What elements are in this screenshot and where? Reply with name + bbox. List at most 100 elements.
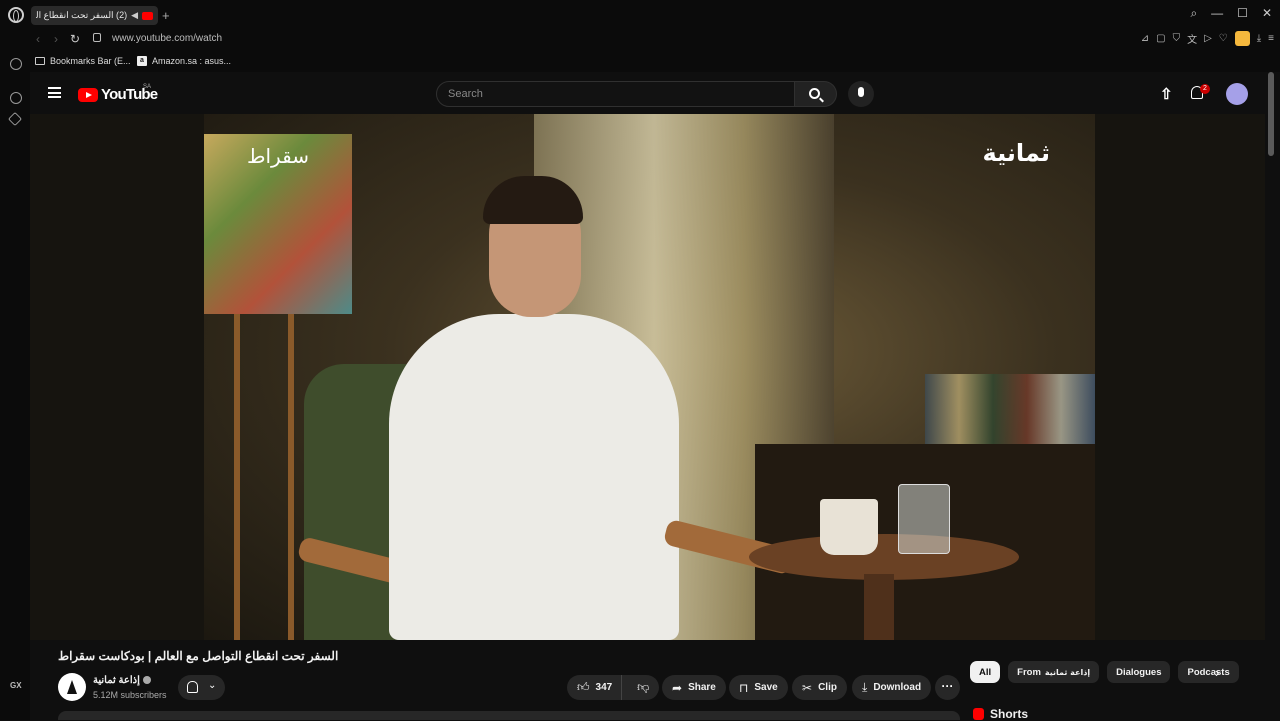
hamburger-menu-icon[interactable] <box>48 87 61 98</box>
shorts-label: Shorts <box>990 707 1029 721</box>
table-leg <box>864 574 894 640</box>
download-label: Download <box>873 682 922 693</box>
recommendation-chips: All From إذاعة ثمانية Dialogues Podcasts <box>970 661 1239 683</box>
snapshot-icon[interactable]: ▢ <box>1156 33 1165 44</box>
page-scrollbar[interactable] <box>1268 72 1274 156</box>
notification-badge: 2 <box>1200 84 1210 94</box>
coffee-cup <box>820 499 878 555</box>
like-dislike-group: 👍︎ 347 👎︎ <box>567 675 659 700</box>
back-icon[interactable]: ‹ <box>36 32 40 46</box>
address-bar: ‹ › ↻ www.youtube.com/watch ⊿ ▢ ⛉ 文 ▷ ♡ … <box>0 30 1280 52</box>
chevron-right-icon[interactable]: › <box>1215 665 1219 680</box>
microphone-icon <box>858 87 864 97</box>
close-icon[interactable]: ✕ <box>1262 6 1272 21</box>
browser-tab[interactable]: ◀ (2) السفر تحت انقطاع التر <box>31 6 158 25</box>
speaker-body <box>389 314 679 640</box>
bookmark-icon: ⊓ <box>739 680 749 695</box>
description-box[interactable] <box>58 711 960 720</box>
upload-icon[interactable]: ⇧ <box>1160 85 1173 103</box>
browser-side-panel: GX <box>0 52 30 720</box>
chip-dialogues[interactable]: Dialogues <box>1107 661 1171 683</box>
heart-icon[interactable]: ♡ <box>1219 33 1228 44</box>
bookmark-amazon[interactable]: a Amazon.sa : asus... <box>137 56 231 66</box>
water-glass <box>898 484 950 554</box>
extension-icons: ⊿ ▢ ⛉ 文 ▷ ♡ ⤓ ≡ <box>1141 31 1274 46</box>
lock-icon <box>93 33 101 42</box>
clip-button[interactable]: ✂ Clip <box>792 675 847 700</box>
chip-label: From <box>1017 666 1041 678</box>
channel-name-text: إذاعة ثمانية <box>93 675 140 686</box>
pin-icon[interactable]: ⊿ <box>1141 33 1149 44</box>
shield-icon[interactable]: ⛉ <box>1173 33 1181 44</box>
chevron-down-icon: ⌄ <box>208 680 217 691</box>
youtube-play-icon <box>78 87 98 102</box>
download-button[interactable]: ⤓ Download <box>852 675 932 700</box>
bookmarks-bar: Bookmarks Bar (E... a Amazon.sa : asus..… <box>0 52 1280 72</box>
youtube-favicon-icon <box>142 11 153 20</box>
verified-icon <box>142 676 151 685</box>
save-label: Save <box>754 682 778 693</box>
new-tab-icon[interactable]: + <box>162 8 170 23</box>
chip-all[interactable]: All <box>970 661 1001 683</box>
chip-from-channel[interactable]: From إذاعة ثمانية <box>1008 661 1100 683</box>
chip-label: إذاعة ثمانية <box>1044 667 1091 677</box>
extension-icon[interactable] <box>1234 31 1250 46</box>
scissors-icon: ✂ <box>802 680 813 695</box>
avatar[interactable] <box>1226 83 1248 105</box>
country-code: SA <box>143 84 152 90</box>
search-icon <box>809 88 820 99</box>
channel-name[interactable]: إذاعة ثمانية <box>93 675 151 686</box>
search-tabs-icon[interactable]: ⌕ <box>1190 6 1197 21</box>
video-frame[interactable]: سقراط ثمانية <box>204 114 1095 640</box>
subscriber-count: 5.12M subscribers <box>93 690 167 700</box>
thumbs-down-icon: 👎︎ <box>637 680 650 694</box>
gx-label[interactable]: GX <box>10 681 22 690</box>
dislike-button[interactable]: 👎︎ <box>628 675 659 700</box>
minimize-icon[interactable]: — <box>1211 6 1223 21</box>
save-button[interactable]: ⊓ Save <box>729 675 788 700</box>
like-button[interactable]: 👍︎ 347 <box>567 675 622 700</box>
menu-icon[interactable]: ≡ <box>1268 33 1274 44</box>
subscribed-button[interactable]: ⌄ <box>178 675 225 700</box>
bookmark-label: Bookmarks Bar (E... <box>50 56 131 66</box>
play-icon[interactable]: ▷ <box>1204 33 1212 44</box>
translate-icon[interactable]: 文 <box>1187 31 1197 46</box>
share-button[interactable]: ➦ Share <box>662 675 726 700</box>
url-field[interactable]: www.youtube.com/watch <box>112 33 222 44</box>
download-icon: ⤓ <box>862 680 868 694</box>
window-controls: ⌕ — ☐ ✕ <box>1190 6 1272 21</box>
brand-overlay-text: ثمانية <box>982 139 1050 167</box>
clip-label: Clip <box>818 682 837 693</box>
channel-avatar[interactable] <box>58 673 86 701</box>
shorts-section[interactable]: Shorts <box>973 707 1028 721</box>
browser-tabbar: ◀ (2) السفر تحت انقطاع التر + ⌕ — ☐ ✕ <box>0 0 1280 30</box>
maximize-icon[interactable]: ☐ <box>1237 6 1248 21</box>
folder-icon <box>35 57 45 65</box>
video-player-area[interactable]: سقراط ثمانية <box>30 114 1265 640</box>
video-title: السفر تحت انقطاع التواصل مع العالم | بود… <box>58 649 339 663</box>
bookmark-folder[interactable]: Bookmarks Bar (E... <box>35 56 131 66</box>
forward-icon[interactable]: › <box>54 32 58 46</box>
amazon-icon: a <box>137 56 147 66</box>
podcast-overlay-text: سقراط <box>247 144 309 168</box>
chip-podcasts[interactable]: Podcasts <box>1178 661 1239 683</box>
download-icon[interactable]: ⤓ <box>1257 33 1261 44</box>
thumbs-up-icon: 👍︎ <box>577 680 590 694</box>
youtube-header: YouTube SA ⇧ 2 <box>30 72 1280 114</box>
search-input[interactable] <box>437 82 794 106</box>
bell-icon <box>187 681 198 693</box>
search-box <box>436 81 795 107</box>
more-actions-button[interactable]: ··· <box>935 675 960 700</box>
reload-icon[interactable]: ↻ <box>70 32 80 46</box>
bookmark-label: Amazon.sa : asus... <box>152 56 232 66</box>
opera-logo-icon[interactable] <box>8 7 24 23</box>
like-count: 347 <box>595 682 613 693</box>
messenger-icon[interactable] <box>10 92 22 104</box>
voice-search-button[interactable] <box>848 81 874 107</box>
workspace-icon[interactable] <box>10 58 22 70</box>
share-label: Share <box>688 682 716 693</box>
speaker-icon[interactable]: ◀ <box>131 10 138 21</box>
tab-title: (2) السفر تحت انقطاع التر <box>36 10 128 20</box>
search-button[interactable] <box>795 81 837 107</box>
diamond-icon[interactable] <box>7 111 23 127</box>
